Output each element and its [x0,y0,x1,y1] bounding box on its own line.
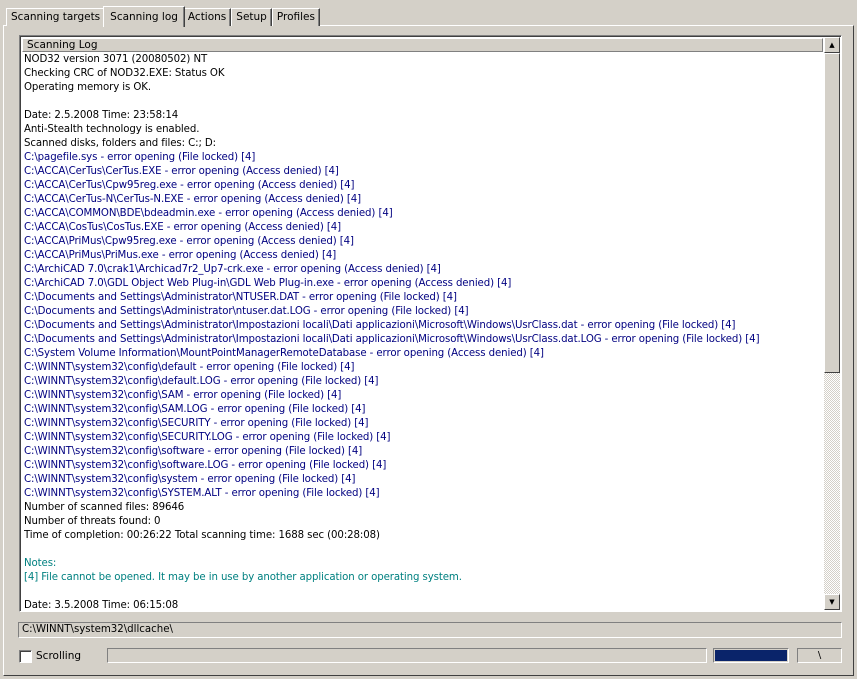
log-line: C:\ArchiCAD 7.0\crak1\Archicad7r2_Up7-cr… [24,264,441,275]
log-line: Operating memory is OK. [24,82,151,93]
activity-indicator-fill [715,650,787,661]
log-line: C:\WINNT\system32\config\software.LOG - … [24,460,387,471]
tab-profiles[interactable]: Profiles [271,8,320,26]
log-line: C:\WINNT\system32\config\SAM.LOG - error… [24,404,366,415]
log-lines: NOD32 version 3071 (20080502) NT Checking… [24,53,824,609]
log-line: C:\Documents and Settings\Administrator\… [24,320,736,331]
arrow-up-icon: ▲ [829,41,835,49]
tab-scanning-log[interactable]: Scanning log [103,6,185,27]
log-line: C:\WINNT\system32\config\SECURITY - erro… [24,418,369,429]
scan-progress-bar [107,648,707,663]
log-column-header[interactable]: Scanning Log [22,38,823,52]
vertical-scrollbar[interactable]: ▲ ▼ [824,37,840,610]
scrolling-label[interactable]: Scrolling [36,650,81,663]
log-line: C:\Documents and Settings\Administrator\… [24,306,469,317]
log-line: C:\ArchiCAD 7.0\GDL Object Web Plug-in\G… [24,278,512,289]
log-line: Date: 2.5.2008 Time: 23:58:14 [24,110,179,121]
scroll-thumb[interactable] [824,53,840,373]
tab-scanning-targets[interactable]: Scanning targets [6,8,106,26]
scanning-log-list[interactable]: Scanning Log NOD32 version 3071 (2008050… [19,35,842,612]
log-line: Number of scanned files: 89646 [24,502,185,513]
log-line: C:\WINNT\system32\config\default.LOG - e… [24,376,379,387]
scroll-up-button[interactable]: ▲ [824,37,840,53]
current-path-field: C:\WINNT\system32\dllcache\ [18,622,842,638]
log-line: Anti-Stealth technology is enabled. [24,124,200,135]
log-line: C:\WINNT\system32\config\SECURITY.LOG - … [24,432,391,443]
scroll-down-button[interactable]: ▼ [824,594,840,610]
log-line: C:\ACCA\CerTus-N\CerTus-N.EXE - error op… [24,194,361,205]
log-line: C:\ACCA\PriMus\Cpw95reg.exe - error open… [24,236,354,247]
log-line: C:\Documents and Settings\Administrator\… [24,334,760,345]
tab-actions[interactable]: Actions [182,8,232,26]
log-line: C:\Documents and Settings\Administrator\… [24,292,457,303]
log-line: C:\ACCA\CerTus\Cpw95reg.exe - error open… [24,180,355,191]
log-line: C:\ACCA\PriMus\PriMus.exe - error openin… [24,250,337,261]
log-line: C:\pagefile.sys - error opening (File lo… [24,152,256,163]
log-line: [4] File cannot be opened. It may be in … [24,572,462,583]
tab-strip: Scanning targets Scanning log Actions Se… [6,4,320,27]
log-line: Number of threats found: 0 [24,516,161,527]
log-line: C:\System Volume Information\MountPointM… [24,348,544,359]
log-line: Date: 3.5.2008 Time: 06:15:08 [24,600,179,609]
activity-indicator [713,648,789,663]
log-line: C:\WINNT\system32\config\system - error … [24,474,356,485]
log-line: Scanned disks, folders and files: C:; D: [24,138,216,149]
tab-setup[interactable]: Setup [231,8,272,26]
log-line: Notes: [24,558,57,569]
log-line: C:\ACCA\COMMON\BDE\bdeadmin.exe - error … [24,208,393,219]
log-line: C:\ACCA\CosTus\CosTus.EXE - error openin… [24,222,341,233]
log-line: C:\WINNT\system32\config\software - erro… [24,446,363,457]
scrolling-checkbox[interactable] [19,650,32,663]
log-line: NOD32 version 3071 (20080502) NT [24,54,208,65]
log-line: C:\WINNT\system32\config\default - error… [24,362,355,373]
log-line: C:\WINNT\system32\config\SYSTEM.ALT - er… [24,488,380,499]
log-line: C:\WINNT\system32\config\SAM - error ope… [24,390,342,401]
log-line: Checking CRC of NOD32.EXE: Status OK [24,68,225,79]
spinner-glyph: \ [797,648,842,663]
arrow-down-icon: ▼ [829,598,835,606]
log-line: C:\ACCA\CerTus\CerTus.EXE - error openin… [24,166,339,177]
log-line: Time of completion: 00:26:22 Total scann… [24,530,380,541]
